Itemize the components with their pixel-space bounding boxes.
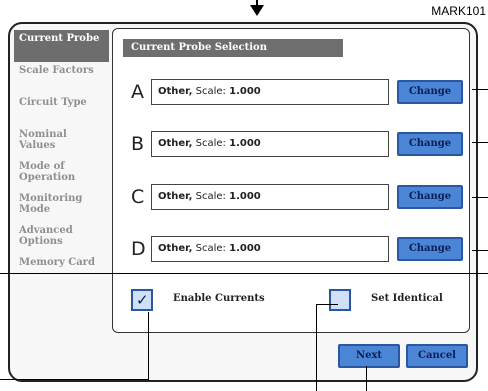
set-identical-label: Set Identical	[371, 293, 443, 304]
probe-field: Other, Scale: 1.000	[151, 79, 389, 105]
callout-line	[472, 142, 488, 143]
callout-line	[316, 304, 317, 391]
change-button-a[interactable]: Change	[397, 80, 463, 104]
figure-mark-label: MARK101	[431, 4, 486, 18]
probe-field: Other, Scale: 1.000	[151, 236, 389, 262]
probe-row-d: D Other, Scale: 1.000 Change	[131, 236, 463, 264]
probe-name: Other,	[158, 138, 193, 149]
sidebar: Current Probe Scale Factors Circuit Type…	[14, 30, 109, 286]
channel-letter: C	[131, 186, 145, 208]
callout-line	[0, 273, 488, 274]
scale-value: 1.000	[229, 191, 261, 202]
scale-label: Scale:	[195, 191, 226, 202]
scale-label: Scale:	[195, 243, 226, 254]
channel-letter: B	[131, 133, 145, 155]
callout-line	[316, 304, 338, 305]
device-screen: Current Probe Scale Factors Circuit Type…	[8, 22, 478, 382]
change-button-c[interactable]: Change	[397, 185, 463, 209]
probe-field: Other, Scale: 1.000	[151, 184, 389, 210]
scale-value: 1.000	[229, 243, 261, 254]
sidebar-item-nominal-values[interactable]: Nominal Values	[14, 126, 109, 158]
sidebar-item-scale-factors[interactable]: Scale Factors	[14, 62, 109, 94]
channel-letter: D	[131, 238, 146, 260]
sidebar-item-memory-card[interactable]: Memory Card	[14, 254, 109, 286]
scale-value: 1.000	[229, 138, 261, 149]
scale-value: 1.000	[229, 86, 261, 97]
scale-label: Scale:	[195, 138, 226, 149]
sidebar-item-mode-of-operation[interactable]: Mode of Operation	[14, 158, 109, 190]
callout-line	[366, 366, 367, 391]
set-identical-checkbox[interactable]	[329, 289, 351, 311]
sidebar-item-current-probe[interactable]: Current Probe	[14, 30, 109, 62]
callout-line	[148, 312, 149, 380]
callout-line	[472, 250, 488, 251]
channel-letter: A	[131, 81, 144, 103]
sidebar-item-circuit-type[interactable]: Circuit Type	[14, 94, 109, 126]
next-button[interactable]: Next	[338, 344, 400, 368]
probe-name: Other,	[158, 191, 193, 202]
enable-currents-checkbox[interactable]: ✓	[131, 289, 153, 311]
callout-line	[472, 197, 488, 198]
change-button-d[interactable]: Change	[397, 237, 463, 261]
change-button-b[interactable]: Change	[397, 132, 463, 156]
enable-currents-label: Enable Currents	[173, 293, 265, 304]
probe-name: Other,	[158, 86, 193, 97]
callout-line	[0, 379, 149, 380]
options-row: ✓ Enable Currents Set Identical	[131, 289, 471, 319]
probe-row-c: C Other, Scale: 1.000 Change	[131, 184, 463, 212]
probe-selection-panel: Current Probe Selection A Other, Scale: …	[112, 28, 470, 333]
cancel-button[interactable]: Cancel	[406, 344, 468, 368]
checkmark-icon: ✓	[136, 291, 149, 309]
sidebar-item-monitoring-mode[interactable]: Monitoring Mode	[14, 190, 109, 222]
probe-row-b: B Other, Scale: 1.000 Change	[131, 131, 463, 159]
panel-title: Current Probe Selection	[123, 39, 343, 57]
sidebar-item-advanced-options[interactable]: Advanced Options	[14, 222, 109, 254]
probe-row-a: A Other, Scale: 1.000 Change	[131, 79, 463, 107]
probe-field: Other, Scale: 1.000	[151, 131, 389, 157]
scale-label: Scale:	[195, 86, 226, 97]
probe-name: Other,	[158, 243, 193, 254]
callout-line	[472, 89, 488, 90]
